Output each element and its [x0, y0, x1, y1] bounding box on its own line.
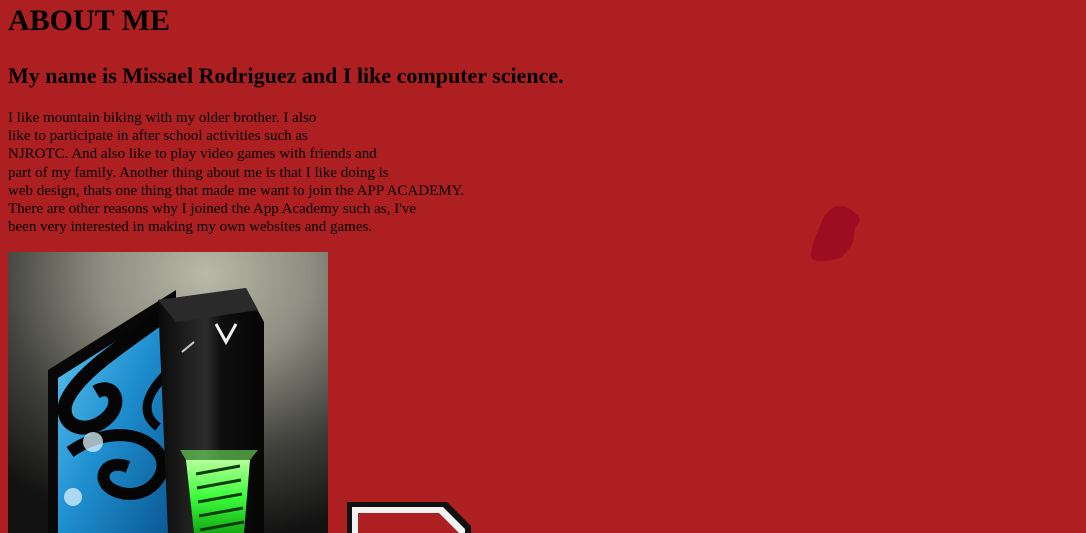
gaming-pc-tower-image	[8, 252, 328, 533]
bio-line: part of my family. Another thing about m…	[8, 164, 389, 181]
bio-line: been very interested in making my own we…	[8, 219, 373, 236]
bio-line: There are other reasons why I joined the…	[8, 201, 416, 218]
page-subtitle: My name is Missael Rodriguez and I like …	[8, 63, 564, 88]
bio-line: I like mountain biking with my older bro…	[8, 110, 317, 126]
bio-paragraph: I like mountain biking with my older bro…	[8, 109, 464, 236]
red-blob-image	[808, 204, 862, 264]
bio-line: web design, thats one thing that made me…	[8, 182, 465, 199]
bio-line: NJROTC. And also like to play video game…	[8, 146, 377, 163]
page-title: ABOUT ME	[8, 4, 170, 37]
bio-line: like to participate in after school acti…	[8, 128, 308, 145]
red-sign-image	[347, 502, 471, 533]
